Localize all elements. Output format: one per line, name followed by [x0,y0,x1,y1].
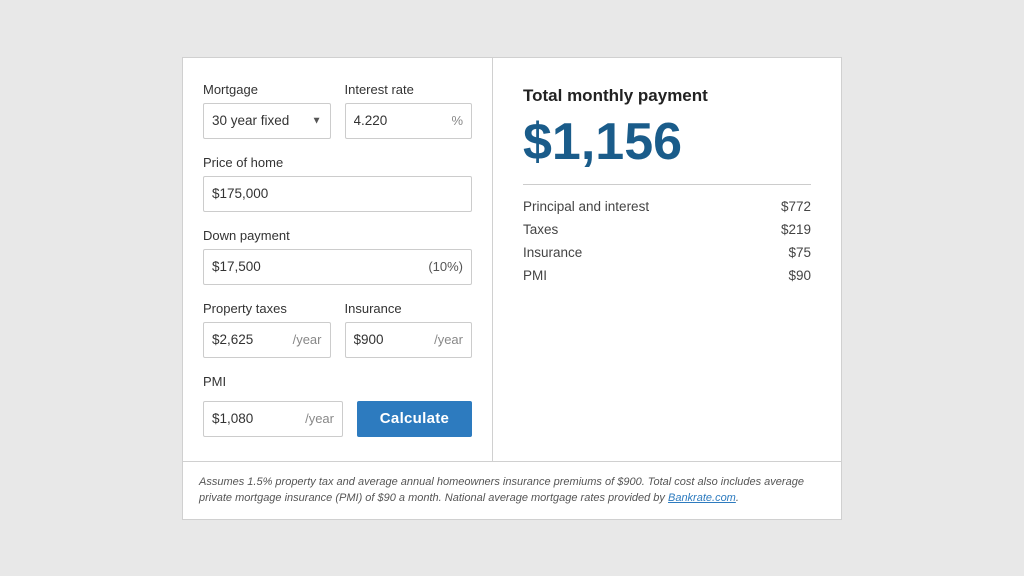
down-payment-field-group: Down payment (10%) [203,228,472,285]
footer-note: Assumes 1.5% property tax and average an… [182,462,842,520]
property-taxes-input[interactable] [212,332,289,347]
mortgage-label: Mortgage [203,82,331,97]
breakdown-label: PMI [523,268,547,283]
total-amount-value: $1,156 [523,116,811,168]
interest-rate-input-wrapper: % [345,103,473,139]
calculate-button[interactable]: Calculate [357,401,472,437]
insurance-label: Insurance [345,301,473,316]
interest-rate-label: Interest rate [345,82,473,97]
breakdown-row: Insurance $75 [523,245,811,260]
price-of-home-label: Price of home [203,155,472,170]
interest-rate-field-group: Interest rate % [345,82,473,139]
insurance-suffix: /year [434,332,463,347]
price-of-home-input[interactable] [212,186,463,201]
mortgage-field-group: Mortgage 30 year fixed 15 year fixed 5/1… [203,82,331,139]
divider [523,184,811,185]
breakdown-label: Principal and interest [523,199,649,214]
insurance-field-group: Insurance /year [345,301,473,358]
breakdown-value: $90 [788,268,811,283]
main-card: Mortgage 30 year fixed 15 year fixed 5/1… [182,57,842,462]
pmi-field-group: /year [203,401,343,437]
mortgage-select[interactable]: 30 year fixed 15 year fixed 5/1 ARM [212,113,322,128]
breakdown-value: $772 [781,199,811,214]
pmi-input[interactable] [212,411,301,426]
breakdown-value: $75 [788,245,811,260]
footer-period: . [736,492,739,504]
down-payment-input-wrapper: (10%) [203,249,472,285]
right-panel: Total monthly payment $1,156 Principal a… [493,58,841,461]
down-payment-label: Down payment [203,228,472,243]
breakdown-label: Insurance [523,245,582,260]
property-taxes-input-wrapper: /year [203,322,331,358]
breakdown-row: Principal and interest $772 [523,199,811,214]
price-of-home-input-wrapper [203,176,472,212]
insurance-input-wrapper: /year [345,322,473,358]
price-of-home-field-group: Price of home [203,155,472,212]
left-panel: Mortgage 30 year fixed 15 year fixed 5/1… [183,58,493,461]
interest-rate-suffix: % [451,113,463,128]
breakdown-row: PMI $90 [523,268,811,283]
total-monthly-payment-label: Total monthly payment [523,86,811,106]
pmi-calculate-row: /year Calculate [203,401,472,437]
mortgage-select-wrapper[interactable]: 30 year fixed 15 year fixed 5/1 ARM ▼ [203,103,331,139]
pmi-label: PMI [203,374,472,389]
pmi-input-wrapper: /year [203,401,343,437]
mortgage-interest-row: Mortgage 30 year fixed 15 year fixed 5/1… [203,82,472,139]
breakdown-row: Taxes $219 [523,222,811,237]
taxes-insurance-row: Property taxes /year Insurance /year [203,301,472,358]
property-taxes-suffix: /year [293,332,322,347]
down-payment-input[interactable] [212,259,428,274]
insurance-input[interactable] [354,332,431,347]
property-taxes-label: Property taxes [203,301,331,316]
property-taxes-field-group: Property taxes /year [203,301,331,358]
breakdown-value: $219 [781,222,811,237]
bankrate-link[interactable]: Bankrate.com [668,492,736,504]
pmi-suffix: /year [305,411,334,426]
pmi-label-group: PMI [203,374,472,395]
calculator-container: Mortgage 30 year fixed 15 year fixed 5/1… [182,57,842,520]
breakdown-label: Taxes [523,222,558,237]
down-payment-pct: (10%) [428,259,463,274]
interest-rate-input[interactable] [354,113,448,128]
breakdown-list: Principal and interest $772 Taxes $219 Insur… [523,199,811,283]
